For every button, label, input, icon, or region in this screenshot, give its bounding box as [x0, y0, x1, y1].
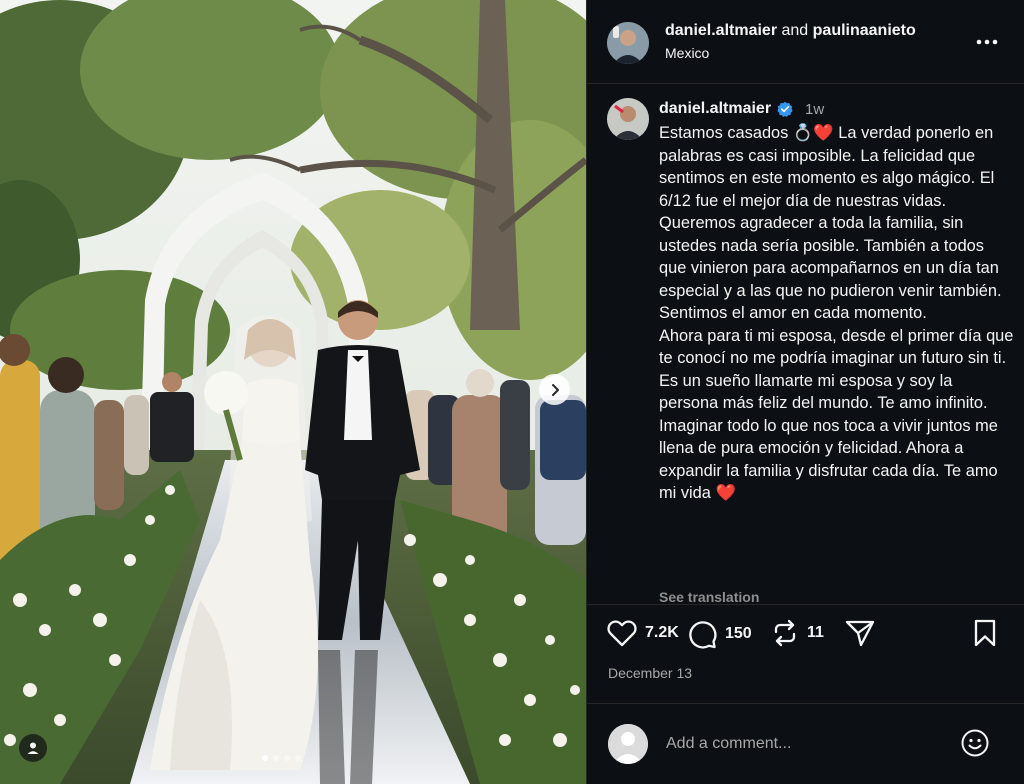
post-photo[interactable] — [0, 0, 586, 784]
author-avatar[interactable] — [607, 22, 649, 64]
coauthor-username-link[interactable]: paulinaanieto — [813, 22, 916, 39]
more-horizontal-icon — [976, 39, 998, 45]
verified-badge-icon — [777, 101, 793, 117]
author-username-link[interactable]: daniel.altmaier — [665, 22, 777, 39]
heart-icon — [607, 620, 637, 647]
send-icon — [845, 620, 875, 647]
tagged-users-button[interactable] — [19, 734, 47, 762]
post-date: December 13 — [608, 665, 693, 681]
action-bar: 7.2K 150 11 — [587, 619, 1024, 663]
caption-author-avatar[interactable] — [607, 98, 649, 140]
repost-count: 11 — [807, 624, 824, 641]
more-options-button[interactable] — [975, 30, 999, 54]
comment-bubble-icon — [689, 621, 717, 649]
default-avatar-icon — [608, 724, 648, 764]
carousel-dot — [262, 755, 268, 761]
comment-button[interactable]: 150 — [687, 619, 752, 649]
avatar-image — [607, 98, 649, 140]
post-header: daniel.altmaier and paulinaanieto Mexico — [587, 0, 1024, 84]
carousel-dot — [295, 755, 301, 761]
save-button[interactable] — [973, 619, 997, 647]
carousel-dot — [284, 755, 290, 761]
bookmark-icon — [974, 619, 996, 647]
caption-header: daniel.altmaier 1w — [659, 100, 824, 118]
like-button[interactable]: 7.2K — [607, 619, 679, 647]
instagram-post: daniel.altmaier and paulinaanieto Mexico — [0, 0, 1024, 784]
carousel-indicator — [262, 755, 301, 761]
post-location-link[interactable]: Mexico — [665, 45, 709, 61]
current-user-avatar — [608, 724, 648, 764]
like-count[interactable]: 7.2K — [645, 624, 679, 642]
caption-text: Estamos casados 💍❤️ La verdad ponerlo en… — [659, 124, 1014, 502]
comment-count: 150 — [725, 625, 752, 642]
user-tag-icon — [27, 742, 39, 754]
emoji-smile-icon — [961, 729, 989, 757]
authors-conjunction: and — [777, 22, 813, 39]
caption-timestamp: 1w — [805, 100, 825, 118]
see-translation-link[interactable]: See translation — [659, 589, 759, 605]
repost-button[interactable]: 11 — [771, 619, 824, 647]
chevron-right-icon — [551, 383, 559, 396]
wedding-photo — [0, 0, 586, 784]
post-authors: daniel.altmaier and paulinaanieto — [665, 22, 916, 40]
avatar-image — [607, 22, 649, 64]
comment-input[interactable] — [666, 731, 946, 757]
share-button[interactable] — [845, 619, 875, 647]
caption-section: daniel.altmaier 1w Estamos casados 💍❤️ L… — [587, 85, 1024, 605]
carousel-dot — [273, 755, 279, 761]
repost-icon — [774, 619, 796, 647]
emoji-picker-button[interactable] — [960, 728, 990, 758]
add-comment-bar — [587, 703, 1024, 784]
carousel-next-button[interactable] — [539, 374, 570, 405]
post-side-panel: daniel.altmaier and paulinaanieto Mexico — [586, 0, 1024, 784]
caption-username-link[interactable]: daniel.altmaier — [659, 100, 771, 118]
